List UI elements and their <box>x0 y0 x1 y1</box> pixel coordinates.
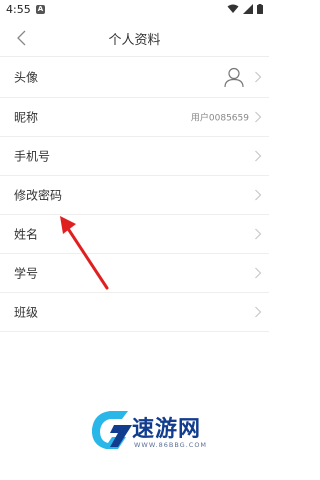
annotation-arrow-icon <box>60 216 109 290</box>
list-item-student-id[interactable]: 学号 <box>0 254 269 293</box>
list-item-phone[interactable]: 手机号 <box>0 137 269 176</box>
chevron-right-icon <box>255 150 262 162</box>
notification-badge-label: A <box>37 5 44 13</box>
watermark-g-icon <box>91 411 132 449</box>
item-label-student-id: 学号 <box>14 266 39 281</box>
status-time: 4:55 <box>6 3 31 16</box>
list-item-name[interactable]: 姓名 <box>0 215 269 254</box>
notification-icon: A <box>36 5 45 14</box>
item-value-nickname: 用户0085659 <box>190 113 249 124</box>
chevron-right-icon <box>255 306 262 318</box>
signal-icon <box>243 4 253 14</box>
item-label-avatar: 头像 <box>14 70 39 85</box>
page-title: 个人资料 <box>108 33 161 48</box>
watermark-logo: 速游网 WWW.86BBG.COM <box>88 407 258 457</box>
header: 个人资料 <box>0 20 269 57</box>
chevron-right-icon <box>255 189 262 201</box>
item-label-class: 班级 <box>14 305 39 320</box>
item-label-change-password: 修改密码 <box>14 188 63 203</box>
status-bar: 4:55 A <box>0 0 269 20</box>
battery-icon <box>257 4 263 14</box>
list-item-class[interactable]: 班级 <box>0 293 269 332</box>
screen: 4:55 A 个人资料 头像 昵称 用户0085659 手机号 修改密码 姓名 … <box>0 0 269 480</box>
item-label-name: 姓名 <box>14 227 39 242</box>
avatar-icon[interactable] <box>223 66 245 88</box>
profile-list: 头像 昵称 用户0085659 手机号 修改密码 姓名 学号 班级 <box>0 57 269 332</box>
item-label-phone: 手机号 <box>14 149 51 164</box>
wifi-icon <box>227 4 239 13</box>
watermark-brand: 速游网 <box>132 417 202 442</box>
item-label-nickname: 昵称 <box>14 110 39 125</box>
status-icons <box>227 4 263 14</box>
list-item-nickname[interactable]: 昵称 用户0085659 <box>0 98 269 137</box>
watermark-url: WWW.86BBG.COM <box>134 441 208 449</box>
chevron-right-icon <box>255 228 262 240</box>
list-item-avatar[interactable]: 头像 <box>0 57 269 98</box>
chevron-right-icon <box>255 267 262 279</box>
chevron-right-icon <box>255 111 262 123</box>
list-item-change-password[interactable]: 修改密码 <box>0 176 269 215</box>
chevron-right-icon <box>255 71 262 83</box>
